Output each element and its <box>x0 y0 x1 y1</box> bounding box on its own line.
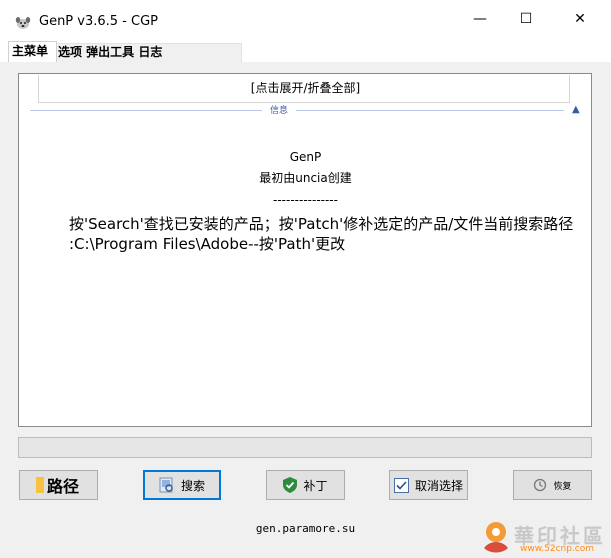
path-button-label: 路径 <box>47 477 80 496</box>
patch-button-label: 补丁 <box>303 478 328 493</box>
info-group-divider <box>30 110 564 111</box>
window-title: GenP v3.6.5 - CGP <box>39 14 158 29</box>
shield-check-icon <box>283 477 298 493</box>
search-icon <box>159 477 173 493</box>
deselect-button-label: 取消选择 <box>414 478 463 493</box>
restore-button-label: 恢复 <box>553 481 572 492</box>
watermark: 華印社區 www.52cnp.com <box>478 518 608 556</box>
info-group-label: 信息 <box>262 103 297 116</box>
path-button[interactable]: 路径 <box>19 470 98 500</box>
folder-icon <box>36 477 44 493</box>
search-button-label: 搜索 <box>180 478 205 493</box>
restore-icon <box>534 478 547 492</box>
deselect-button[interactable]: 取消选择 <box>389 470 468 500</box>
instruction-line-1: 按'Search'查找已安装的产品；按'Patch'修补选定的产品/文件当前搜索… <box>69 215 574 233</box>
search-button[interactable]: 搜索 <box>143 470 221 500</box>
collapse-caret-icon[interactable]: ▲ <box>572 104 580 115</box>
app-name-text: GenP <box>289 150 322 164</box>
tab-main-menu[interactable]: 主菜单 <box>8 41 57 62</box>
patch-button[interactable]: 补丁 <box>266 470 345 500</box>
restore-button[interactable]: 恢复 <box>513 470 592 500</box>
credit-text: 最初由uncia创建 <box>259 171 352 185</box>
checkbox-icon <box>393 477 409 493</box>
maximize-button[interactable]: ☐ <box>503 0 549 38</box>
close-button[interactable]: ✕ <box>549 0 611 38</box>
minimize-button[interactable]: — <box>457 0 503 38</box>
watermark-url: www.52cnp.com <box>520 544 595 554</box>
collapse-all-toggle[interactable]: [点击展开/折叠全部] <box>0 79 611 96</box>
progress-bar <box>18 437 592 458</box>
instruction-line-2: :C:\Program Files\Adobe--按'Path'更改 <box>69 235 346 253</box>
dog-icon <box>15 17 31 29</box>
watermark-logo-icon <box>484 522 508 553</box>
tab-options-tools-log[interactable]: 选项 弹出工具 日志 <box>58 43 162 61</box>
separator-text: --------------- <box>273 193 338 207</box>
